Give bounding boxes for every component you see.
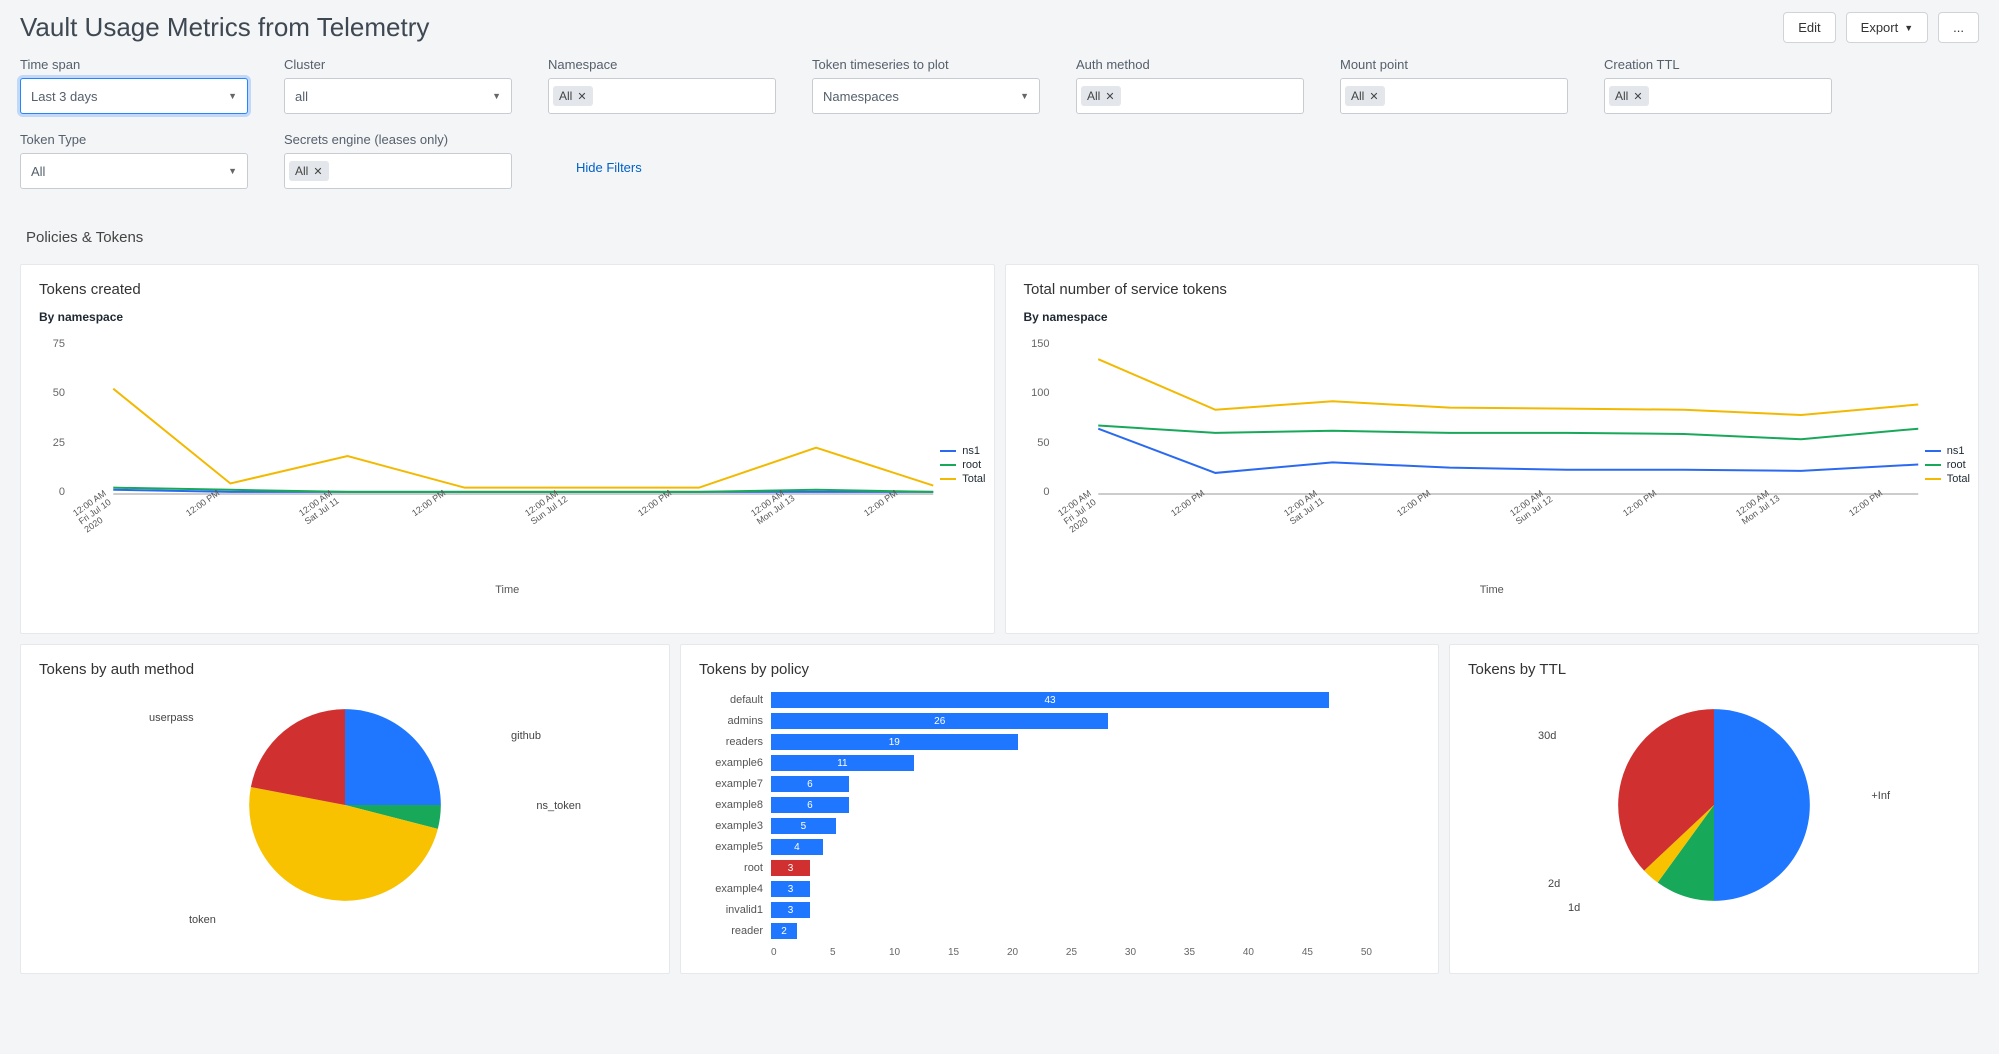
section-title: Policies & Tokens xyxy=(26,229,1973,246)
filter-label: Creation TTL xyxy=(1604,57,1832,72)
panel-title: Tokens by auth method xyxy=(39,661,651,678)
x-axis: 05101520253035404550 xyxy=(771,947,1420,958)
mountpoint-input[interactable]: All✕ xyxy=(1340,78,1568,114)
filter-label: Cluster xyxy=(284,57,512,72)
filter-chip[interactable]: All✕ xyxy=(1081,86,1121,106)
panel-subtitle: By namespace xyxy=(1024,310,1961,324)
caret-down-icon: ▼ xyxy=(1904,23,1913,33)
filter-label: Token Type xyxy=(20,132,248,147)
x-axis-label: Time xyxy=(39,584,976,596)
pie-chart: 30d +Inf 2d 1d xyxy=(1468,690,1960,920)
x-axis: 12:00 AM Fri Jul 10 202012:00 PM12:00 AM… xyxy=(71,510,976,540)
filter-label: Namespace xyxy=(548,57,776,72)
caret-down-icon: ▼ xyxy=(228,166,237,176)
close-icon[interactable]: ✕ xyxy=(1633,90,1642,103)
y-axis: 75 50 25 0 xyxy=(39,338,65,498)
filter-label: Mount point xyxy=(1340,57,1568,72)
close-icon[interactable]: ✕ xyxy=(313,165,322,178)
filter-chip[interactable]: All✕ xyxy=(1609,86,1649,106)
filter-label: Time span xyxy=(20,57,248,72)
caret-down-icon: ▼ xyxy=(228,91,237,101)
export-button[interactable]: Export▼ xyxy=(1846,12,1929,43)
hide-filters-link[interactable]: Hide Filters xyxy=(576,160,642,189)
header-actions: Edit Export▼ ... xyxy=(1783,12,1979,43)
more-button[interactable]: ... xyxy=(1938,12,1979,43)
tokents-select[interactable]: Namespaces▼ xyxy=(812,78,1040,114)
panel-title: Total number of service tokens xyxy=(1024,281,1961,298)
close-icon[interactable]: ✕ xyxy=(577,90,586,103)
caret-down-icon: ▼ xyxy=(1020,91,1029,101)
panel-tokens-created: Tokens created By namespace 75 50 25 0 n… xyxy=(20,264,995,634)
filter-chip[interactable]: All✕ xyxy=(553,86,593,106)
close-icon[interactable]: ✕ xyxy=(1105,90,1114,103)
filter-chip[interactable]: All✕ xyxy=(289,161,329,181)
edit-button[interactable]: Edit xyxy=(1783,12,1835,43)
bar-chart: default43admins26readers19example611exam… xyxy=(699,690,1420,941)
panel-subtitle: By namespace xyxy=(39,310,976,324)
tokentype-select[interactable]: All▼ xyxy=(20,153,248,189)
namespace-input[interactable]: All✕ xyxy=(548,78,776,114)
panel-title: Tokens by policy xyxy=(699,661,1420,678)
panel-title: Tokens created xyxy=(39,281,976,298)
filter-chip[interactable]: All✕ xyxy=(1345,86,1385,106)
panel-tokens-by-ttl: Tokens by TTL 30d +Inf 2d 1d xyxy=(1449,644,1979,974)
panel-tokens-by-policy: Tokens by policy default43admins26reader… xyxy=(680,644,1439,974)
close-icon[interactable]: ✕ xyxy=(1369,90,1378,103)
pie-chart: userpass github ns_token token xyxy=(39,690,651,920)
filter-label: Secrets engine (leases only) xyxy=(284,132,512,147)
creationttl-input[interactable]: All✕ xyxy=(1604,78,1832,114)
y-axis: 150 100 50 0 xyxy=(1024,338,1050,498)
authmethod-input[interactable]: All✕ xyxy=(1076,78,1304,114)
timespan-select[interactable]: Last 3 days▼ xyxy=(20,78,248,114)
secrets-input[interactable]: All✕ xyxy=(284,153,512,189)
x-axis-label: Time xyxy=(1024,584,1961,596)
x-axis: 12:00 AM Fri Jul 10 202012:00 PM12:00 AM… xyxy=(1056,510,1961,540)
panel-title: Tokens by TTL xyxy=(1468,661,1960,678)
panel-tokens-by-auth: Tokens by auth method userpass github ns… xyxy=(20,644,670,974)
filter-label: Auth method xyxy=(1076,57,1304,72)
panel-service-tokens: Total number of service tokens By namesp… xyxy=(1005,264,1980,634)
page-title: Vault Usage Metrics from Telemetry xyxy=(20,12,429,43)
filter-bar: Time span Last 3 days▼ Cluster all▼ Name… xyxy=(20,57,1979,189)
filter-label: Token timeseries to plot xyxy=(812,57,1040,72)
caret-down-icon: ▼ xyxy=(492,91,501,101)
cluster-select[interactable]: all▼ xyxy=(284,78,512,114)
